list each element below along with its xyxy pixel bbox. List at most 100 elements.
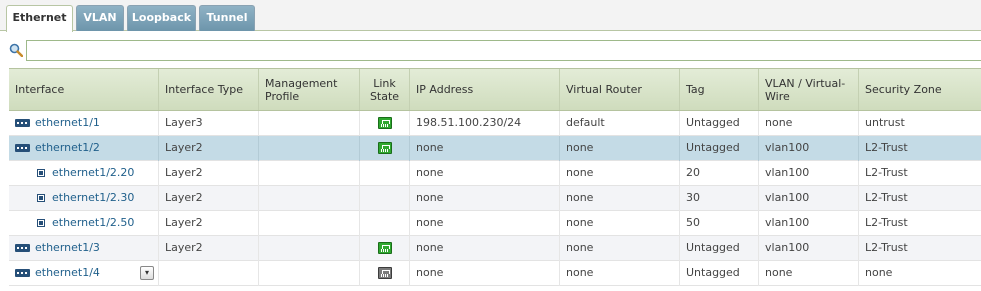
link-state-cell: [360, 261, 410, 286]
security-zone-cell: L2-Trust: [865, 191, 908, 204]
col-link-state[interactable]: Link State: [360, 69, 410, 110]
interface-link[interactable]: ethernet1/2.50: [52, 211, 134, 235]
interface-cell: ethernet1/2: [9, 136, 159, 161]
ethernet-port-icon: [15, 244, 30, 252]
tag-cell: Untagged: [680, 261, 759, 286]
ip-address-cell: none: [410, 136, 560, 161]
interface-cell: ethernet1/1: [9, 111, 159, 136]
table-row[interactable]: ethernet1/4 ▾ none none Untagged none none: [9, 261, 981, 286]
vlan-cell: none: [759, 111, 859, 136]
table-row[interactable]: ethernet1/2 Layer2 none none Untagged vlan100…: [9, 136, 981, 161]
virtual-router-cell: default: [560, 111, 680, 136]
interface-type-cell: Layer3: [159, 111, 259, 136]
security-zone-cell: L2-Trust: [865, 141, 908, 154]
ethernet-port-icon: [15, 144, 30, 152]
col-virtual-router[interactable]: Virtual Router: [560, 69, 680, 110]
ethernet-port-icon: [15, 269, 30, 277]
link-up-icon: [378, 142, 392, 154]
vlan-cell: vlan100: [759, 211, 859, 236]
col-interface-type[interactable]: Interface Type: [159, 69, 259, 110]
col-security-zone[interactable]: Security Zone: [859, 69, 981, 110]
subinterface-icon: [37, 219, 45, 227]
link-up-icon: [378, 117, 392, 129]
security-zone-cell: untrust: [865, 116, 905, 129]
security-zone-cell: L2-Trust: [865, 166, 908, 179]
ip-address-cell: none: [410, 186, 560, 211]
subinterface-icon: [37, 169, 45, 177]
interfaces-table: Interface Interface Type Management Prof…: [9, 68, 981, 286]
management-profile-cell: [259, 186, 360, 211]
col-interface[interactable]: Interface: [9, 69, 159, 110]
filter-bar: [0, 31, 981, 68]
col-vlan-virtual-wire[interactable]: VLAN / Virtual-Wire: [759, 69, 859, 110]
table-row[interactable]: ethernet1/2.50 Layer2 none none 50 vlan100 L2-…: [9, 211, 981, 236]
ip-address-cell: 198.51.100.230/24: [410, 111, 560, 136]
interface-link[interactable]: ethernet1/2.30: [52, 186, 134, 210]
tag-cell: Untagged: [680, 236, 759, 261]
management-profile-cell: [259, 261, 360, 286]
col-tag[interactable]: Tag: [680, 69, 759, 110]
link-up-icon: [378, 242, 392, 254]
interface-link[interactable]: ethernet1/3: [35, 236, 100, 260]
interface-cell: ethernet1/2.30: [9, 186, 159, 211]
ip-address-cell: none: [410, 211, 560, 236]
link-state-cell: [360, 236, 410, 261]
tag-cell: Untagged: [680, 111, 759, 136]
table-row[interactable]: ethernet1/1 Layer3 198.51.100.230/24 defaul…: [9, 111, 981, 136]
table-header: Interface Interface Type Management Prof…: [9, 69, 981, 111]
table-row[interactable]: ethernet1/2.30 Layer2 none none 30 vlan100 L2-…: [9, 186, 981, 211]
tab-ethernet[interactable]: Ethernet: [6, 5, 73, 32]
interface-type-cell: Layer2: [159, 161, 259, 186]
link-state-cell: [360, 211, 410, 236]
interface-type-cell: Layer2: [159, 236, 259, 261]
vlan-cell: vlan100: [759, 136, 859, 161]
table-row[interactable]: ethernet1/2.20 Layer2 none none 20 vlan100 L2-…: [9, 161, 981, 186]
table-body: ethernet1/1 Layer3 198.51.100.230/24 defaul…: [9, 111, 981, 286]
subinterface-icon: [37, 194, 45, 202]
col-management-profile[interactable]: Management Profile: [259, 69, 360, 110]
interface-type-cell: Layer2: [159, 211, 259, 236]
ip-address-cell: none: [410, 236, 560, 261]
interface-type-cell: [159, 261, 259, 286]
interface-tab-bar: Ethernet VLAN Loopback Tunnel: [0, 0, 981, 32]
interface-link[interactable]: ethernet1/1: [35, 111, 100, 135]
virtual-router-cell: none: [560, 186, 680, 211]
interface-type-cell: Layer2: [159, 186, 259, 211]
tag-cell: Untagged: [680, 136, 759, 161]
ethernet-port-icon: [15, 119, 30, 127]
interface-link[interactable]: ethernet1/2: [35, 136, 100, 160]
virtual-router-cell: none: [560, 211, 680, 236]
link-state-cell: [360, 111, 410, 136]
interface-cell: ethernet1/4 ▾: [9, 261, 159, 286]
ip-address-cell: none: [410, 261, 560, 286]
tag-cell: 50: [680, 211, 759, 236]
search-icon[interactable]: [9, 43, 23, 57]
management-profile-cell: [259, 161, 360, 186]
interface-link[interactable]: ethernet1/4: [35, 261, 100, 285]
col-ip-address[interactable]: IP Address: [410, 69, 560, 110]
management-profile-cell: [259, 211, 360, 236]
security-zone-cell: L2-Trust: [865, 216, 908, 229]
interface-cell: ethernet1/2.20: [9, 161, 159, 186]
tab-vlan[interactable]: VLAN: [76, 5, 124, 31]
filter-input[interactable]: [26, 40, 981, 61]
table-row[interactable]: ethernet1/3 Layer2 none none Untagged vlan100…: [9, 236, 981, 261]
security-zone-cell: none: [865, 266, 893, 279]
management-profile-cell: [259, 136, 360, 161]
link-state-cell: [360, 136, 410, 161]
tag-cell: 20: [680, 161, 759, 186]
interface-link[interactable]: ethernet1/2.20: [52, 161, 134, 185]
link-state-cell: [360, 161, 410, 186]
ip-address-cell: none: [410, 161, 560, 186]
tab-loopback[interactable]: Loopback: [127, 5, 196, 31]
vlan-cell: vlan100: [759, 161, 859, 186]
interface-cell: ethernet1/2.50: [9, 211, 159, 236]
vlan-cell: vlan100: [759, 186, 859, 211]
tab-tunnel[interactable]: Tunnel: [199, 5, 255, 31]
virtual-router-cell: none: [560, 261, 680, 286]
security-zone-cell: L2-Trust: [865, 241, 908, 254]
chevron-down-icon[interactable]: ▾: [140, 266, 154, 280]
link-state-cell: [360, 186, 410, 211]
vlan-cell: none: [759, 261, 859, 286]
virtual-router-cell: none: [560, 236, 680, 261]
